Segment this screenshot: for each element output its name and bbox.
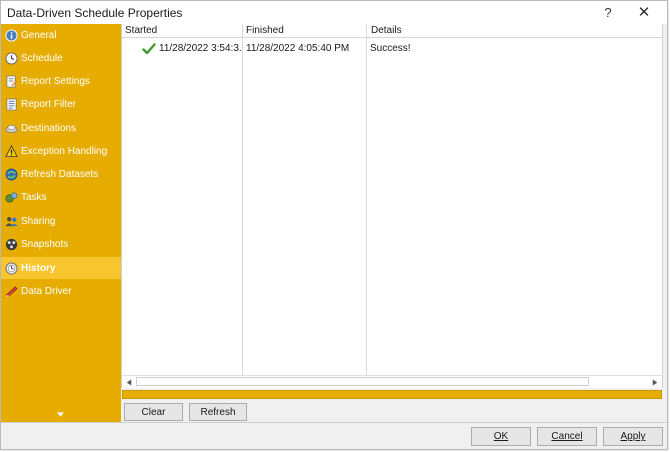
sidebar-item-label: Snapshots <box>21 238 69 250</box>
sidebar-item-tasks[interactable]: Tasks <box>1 186 121 208</box>
table-row[interactable]: 11/28/2022 3:54:3... 11/28/2022 4:05:40 … <box>122 40 662 58</box>
sidebar-item-history[interactable]: History <box>1 257 121 279</box>
check-icon <box>142 42 156 56</box>
sidebar-item-label: Report Settings <box>21 75 90 87</box>
column-header-details[interactable]: Details <box>368 24 402 38</box>
destinations-icon <box>4 121 18 135</box>
sidebar-item-label: Report Filter <box>21 98 77 110</box>
help-button[interactable]: ? <box>593 2 623 22</box>
cancel-button[interactable]: Cancel <box>537 427 597 446</box>
sidebar-item-refresh-datasets[interactable]: Refresh Datasets <box>1 163 121 185</box>
sidebar-item-report-filter[interactable]: Report Filter <box>1 93 121 115</box>
column-divider <box>242 24 243 376</box>
cell-started: 11/28/2022 3:54:3... <box>159 43 241 54</box>
sidebar-item-label: Data Driver <box>21 285 72 297</box>
history-icon <box>4 261 18 275</box>
sidebar-item-label: Destinations <box>21 122 77 134</box>
sidebar-item-schedule[interactable]: Schedule <box>1 47 121 69</box>
scrollbar-thumb[interactable] <box>136 377 589 386</box>
snapshots-icon <box>4 237 18 251</box>
sharing-icon <box>4 214 18 228</box>
sidebar-item-data-driver[interactable]: Data Driver <box>1 280 121 302</box>
sidebar-item-sharing[interactable]: Sharing <box>1 210 121 232</box>
sidebar-item-exception-handling[interactable]: Exception Handling <box>1 140 121 162</box>
sidebar-item-label: Exception Handling <box>21 145 108 157</box>
sidebar-item-general[interactable]: General <box>1 24 121 46</box>
cell-details: Success! <box>370 43 411 54</box>
cancel-button-label: Cancel <box>551 431 583 442</box>
apply-button[interactable]: Apply <box>603 427 663 446</box>
apply-button-label: Apply <box>620 431 646 442</box>
sidebar-item-label: General <box>21 29 57 41</box>
sidebar-item-label: Refresh Datasets <box>21 168 99 180</box>
chevron-down-icon[interactable] <box>54 409 66 419</box>
history-grid: Started Finished Details 11/28/2022 3:54… <box>121 24 663 388</box>
tasks-icon <box>4 190 18 204</box>
window-title: Data-Driven Schedule Properties <box>7 6 183 20</box>
sidebar-item-snapshots[interactable]: Snapshots <box>1 233 121 255</box>
sidebar-item-label: History <box>21 262 56 274</box>
info-icon <box>4 28 18 42</box>
sidebar-item-label: Schedule <box>21 52 63 64</box>
progress-bar <box>122 390 662 399</box>
scroll-left-icon[interactable] <box>123 377 135 387</box>
refresh-datasets-icon <box>4 167 18 181</box>
refresh-button[interactable]: Refresh <box>189 403 247 421</box>
horizontal-scrollbar[interactable] <box>122 375 662 387</box>
column-divider <box>366 24 367 376</box>
report-filter-icon <box>4 97 18 111</box>
cell-finished: 11/28/2022 4:05:40 PM <box>246 43 350 54</box>
properties-dialog: Data-Driven Schedule Properties ? ✕ Gene… <box>0 0 668 450</box>
column-header-finished[interactable]: Finished <box>243 24 284 38</box>
sidebar-item-report-settings[interactable]: Report Settings <box>1 70 121 92</box>
warning-icon <box>4 144 18 158</box>
column-header-started[interactable]: Started <box>122 24 157 38</box>
ok-button[interactable]: OK <box>471 427 531 446</box>
report-settings-icon <box>4 74 18 88</box>
scroll-right-icon[interactable] <box>649 377 661 387</box>
grid-header: Started Finished Details <box>122 24 662 38</box>
title-bar: Data-Driven Schedule Properties ? ✕ <box>1 1 667 24</box>
data-driver-icon <box>4 284 18 298</box>
ok-button-label: OK <box>493 431 509 442</box>
close-button[interactable]: ✕ <box>629 2 659 22</box>
sidebar-item-destinations[interactable]: Destinations <box>1 117 121 139</box>
clear-button[interactable]: Clear <box>124 403 183 421</box>
sidebar-nav: General Schedule Report Settings Report … <box>1 24 121 422</box>
sidebar-item-label: Sharing <box>21 215 56 227</box>
sidebar-item-label: Tasks <box>21 191 47 203</box>
footer-divider <box>1 422 667 423</box>
clock-icon <box>4 51 18 65</box>
